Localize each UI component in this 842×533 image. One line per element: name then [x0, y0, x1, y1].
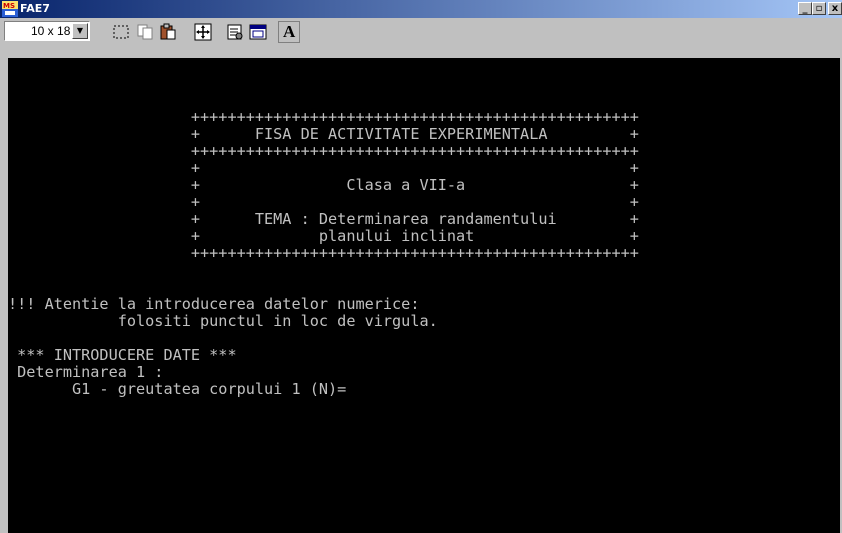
- fullscreen-icon: [194, 23, 212, 41]
- toolbar: 10 x 18 ▼ A: [0, 18, 842, 58]
- console-line: + Clasa a VII-a +: [8, 176, 639, 194]
- close-button[interactable]: x: [828, 2, 842, 15]
- background-button[interactable]: [247, 21, 269, 43]
- msdos-icon: MS: [2, 1, 18, 17]
- close-icon: x: [831, 3, 839, 14]
- font-size-select[interactable]: 10 x 18 ▼: [4, 21, 90, 41]
- msdos-icon-text: MS: [3, 2, 15, 10]
- title-bar[interactable]: MS FAE7 _ ▫ x: [0, 0, 842, 18]
- paste-button[interactable]: [157, 21, 179, 43]
- font-size-value: 10 x 18: [31, 24, 71, 38]
- console-line: G1 - greutatea corpului 1 (N)=: [8, 380, 347, 398]
- font-icon: A: [283, 22, 296, 41]
- console-output: ++++++++++++++++++++++++++++++++++++++++…: [8, 58, 639, 398]
- mark-button[interactable]: [110, 21, 132, 43]
- properties-button[interactable]: [224, 21, 246, 43]
- chevron-down-icon[interactable]: ▼: [72, 23, 88, 39]
- console-line: + FISA DE ACTIVITATE EXPERIMENTALA +: [8, 125, 639, 143]
- console-line: folositi punctul in loc de virgula.: [8, 312, 438, 330]
- maximize-button[interactable]: ▫: [812, 2, 826, 15]
- mark-icon: [113, 25, 129, 39]
- console-line: ++++++++++++++++++++++++++++++++++++++++…: [8, 108, 639, 126]
- paste-icon: [160, 23, 176, 40]
- console-line: + +: [8, 159, 639, 177]
- font-button[interactable]: A: [278, 21, 300, 43]
- copy-button[interactable]: [134, 21, 156, 43]
- properties-icon: [227, 24, 243, 40]
- console-line: ++++++++++++++++++++++++++++++++++++++++…: [8, 142, 639, 160]
- console-line: *** INTRODUCERE DATE ***: [8, 346, 237, 364]
- console-line: Determinarea 1 :: [8, 363, 164, 381]
- console-line: + +: [8, 193, 639, 211]
- console-line: ++++++++++++++++++++++++++++++++++++++++…: [8, 244, 639, 262]
- fullscreen-button[interactable]: [192, 21, 214, 43]
- copy-icon: [137, 24, 153, 40]
- minimize-button[interactable]: _: [798, 2, 812, 15]
- minimize-icon: _: [802, 3, 808, 14]
- console-line: + planului inclinat +: [8, 227, 639, 245]
- console-line: !!! Atentie la introducerea datelor nume…: [8, 295, 420, 313]
- window-title: FAE7: [20, 2, 50, 15]
- maximize-icon: ▫: [815, 3, 823, 14]
- console-line: + TEMA : Determinarea randamentului +: [8, 210, 639, 228]
- console-screen[interactable]: ++++++++++++++++++++++++++++++++++++++++…: [8, 58, 840, 533]
- background-icon: [249, 24, 267, 40]
